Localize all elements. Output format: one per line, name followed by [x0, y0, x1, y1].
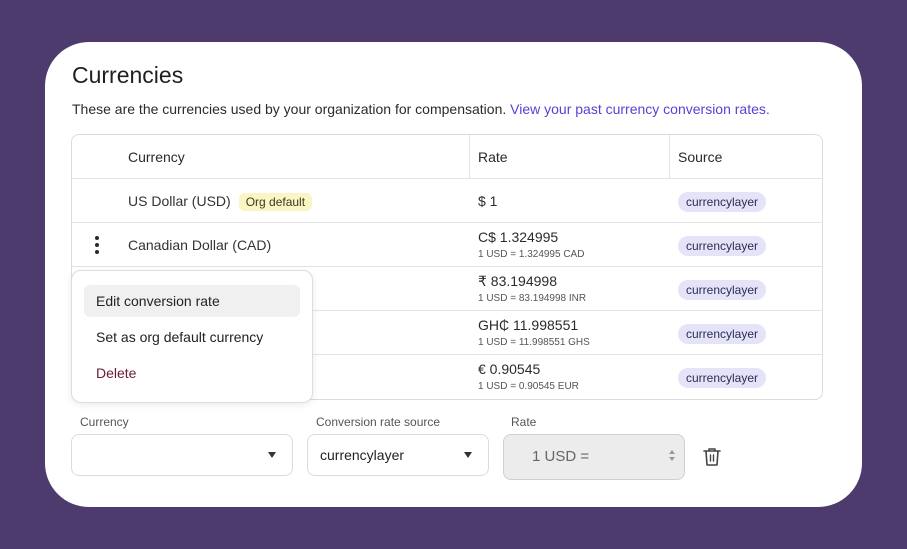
currency-name: Canadian Dollar (CAD) [128, 237, 272, 253]
source-select[interactable]: currencylayer [307, 434, 489, 476]
org-default-badge: Org default [238, 193, 313, 211]
number-spinner-icon[interactable] [668, 450, 676, 466]
source-select-value: currencylayer [320, 447, 405, 463]
header-divider [669, 135, 670, 179]
rate-conversion: 1 USD = 11.998551 GHS [478, 337, 590, 348]
source-badge: currencylayer [678, 236, 767, 256]
caret-down-icon [464, 452, 472, 458]
source-field-label: Conversion rate source [316, 415, 441, 429]
past-rates-link[interactable]: View your past currency conversion rates… [510, 101, 770, 117]
source-badge: currencylayer [678, 324, 767, 344]
currency-cell: US Dollar (USD) Org default [128, 193, 313, 211]
caret-down-icon [268, 452, 276, 458]
header-rate: Rate [478, 149, 508, 165]
rate-conversion: 1 USD = 83.194998 INR [478, 293, 587, 304]
source-badge: currencylayer [678, 192, 767, 212]
rate-conversion: 1 USD = 0.90545 EUR [478, 381, 579, 392]
rate-value: € 0.90545 [478, 361, 541, 377]
menu-item-delete[interactable]: Delete [84, 357, 300, 389]
row-context-menu: Edit conversion rate Set as org default … [71, 270, 313, 403]
rate-value: C$ 1.324995 [478, 229, 559, 245]
header-divider [469, 135, 470, 179]
more-vertical-icon[interactable] [94, 236, 100, 256]
currency-field-label: Currency [80, 415, 129, 429]
rate-value: ₹ 83.194998 [478, 273, 557, 289]
rate-input[interactable]: 1 USD = [503, 434, 685, 480]
menu-item-set-org-default[interactable]: Set as org default currency [84, 321, 300, 353]
rate-value: GH₵ 11.998551 [478, 317, 579, 333]
page-title: Currencies [72, 62, 184, 88]
rate-field-label: Rate [511, 415, 537, 429]
header-source: Source [678, 149, 723, 165]
trash-icon[interactable] [701, 446, 723, 468]
currency-select[interactable] [71, 434, 293, 476]
currencies-card: Currencies These are the currencies used… [45, 42, 862, 507]
table-header: Currency Rate Source [72, 135, 822, 179]
rate-input-value: 1 USD = [532, 448, 590, 465]
rate-conversion: 1 USD = 1.324995 CAD [478, 249, 585, 260]
subtitle-text: These are the currencies used by your or… [72, 101, 507, 117]
rate-value: $ 1 [478, 193, 498, 209]
source-badge: currencylayer [678, 368, 767, 388]
currency-name: US Dollar (USD) [128, 193, 231, 209]
page-subtitle: These are the currencies used by your or… [72, 101, 770, 117]
table-row: US Dollar (USD) Org default $ 1 currencyl… [72, 179, 822, 223]
source-badge: currencylayer [678, 280, 767, 300]
header-currency: Currency [128, 149, 185, 165]
menu-item-edit-conversion-rate[interactable]: Edit conversion rate [84, 285, 300, 317]
table-row: Canadian Dollar (CAD) C$ 1.324995 1 USD … [72, 223, 822, 267]
